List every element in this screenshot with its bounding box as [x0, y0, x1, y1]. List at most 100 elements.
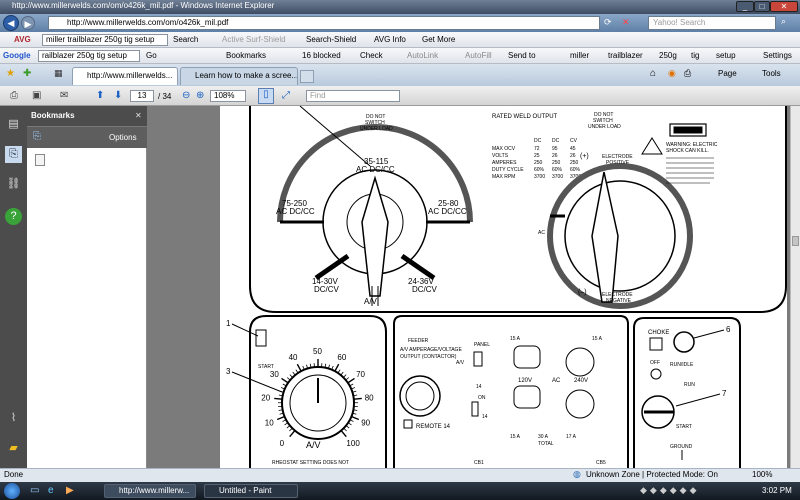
add-favorites-icon[interactable]: ✚ — [23, 68, 31, 79]
table-cell: 60% — [534, 167, 545, 173]
fit-width-icon[interactable]: ⤢ — [282, 90, 290, 101]
search-icon[interactable]: ⌕ — [781, 16, 786, 27]
active-surf-shield-button[interactable]: Active Surf-Shield — [222, 34, 286, 46]
choke-label: CHOKE — [648, 330, 669, 336]
bookmarks-tools: ⎘ Options — [27, 126, 147, 148]
avg-search-button[interactable]: Search — [173, 34, 198, 46]
home-icon[interactable]: ⌂ — [650, 68, 656, 79]
autolink-button[interactable]: AutoLink — [407, 50, 438, 62]
dial-av: A/V — [306, 440, 321, 450]
table-cell: VOLTS — [492, 153, 509, 159]
bookmark-item-icon[interactable] — [35, 154, 45, 166]
maximize-button[interactable]: □ — [754, 1, 770, 12]
term-setup[interactable]: setup — [716, 50, 736, 62]
term-250g[interactable]: 250g — [659, 50, 677, 62]
tab-screenshot-label: Learn how to make a scree... — [195, 71, 298, 80]
attachments-icon[interactable]: ⛓ — [5, 176, 22, 193]
favorites-star-icon[interactable]: ★ — [6, 68, 15, 79]
dial-number: 0 — [280, 439, 285, 448]
save-icon[interactable]: ▣ — [32, 90, 41, 101]
tab-pdf[interactable]: http://www.millerwelds... — [72, 67, 178, 85]
avg-search-input[interactable]: miller trailblazer 250g tig setup — [42, 34, 168, 46]
feeds-icon[interactable]: ◉ — [668, 68, 676, 79]
table-cell: 250 — [552, 160, 561, 166]
fit-page-icon[interactable]: ▯ — [258, 88, 274, 104]
scroll-thumb[interactable] — [792, 236, 799, 246]
amps-15-lower: 15 A — [510, 434, 521, 440]
dial-number: 100 — [346, 439, 360, 448]
table-cell: MAX RPM — [492, 174, 515, 180]
popup-blocked[interactable]: 16 blocked — [302, 50, 341, 62]
settings-button[interactable]: Settings — [763, 50, 792, 62]
table-cell: 26 — [552, 153, 558, 159]
google-toolbar: Google railblazer 250g tig setup Go Book… — [0, 48, 800, 64]
col-dc-1: DC — [534, 138, 542, 144]
google-go-button[interactable]: Go — [146, 50, 157, 62]
taskbar-item-paint[interactable]: Untitled - Paint — [204, 484, 298, 498]
start-orb-icon[interactable] — [4, 483, 20, 499]
tools-menu[interactable]: Tools — [762, 69, 781, 78]
find-input[interactable]: Find — [306, 90, 400, 102]
send-to-button[interactable]: Send to — [508, 50, 536, 62]
get-more-button[interactable]: Get More — [422, 34, 455, 46]
term-trailblazer[interactable]: trailblazer — [608, 50, 643, 62]
pdf-page: DO NOT SWITCH UNDER LOAD 35-115 AC DC/CC… — [220, 106, 787, 468]
avg-info-button[interactable]: AVG Info — [374, 34, 406, 46]
close-panel-icon[interactable]: ✕ — [135, 106, 142, 126]
search-field[interactable]: Yahoo! Search — [648, 16, 776, 30]
panel-av: A/V — [456, 360, 465, 366]
refresh-icon[interactable]: ⟳ — [604, 17, 612, 28]
zoom-out-icon[interactable]: ⊖ — [182, 90, 190, 101]
google-search-input[interactable]: railblazer 250g tig setup — [38, 50, 140, 62]
previous-page-icon[interactable]: ⬆ — [96, 90, 104, 101]
zone-text[interactable]: Unknown Zone | Protected Mode: On — [586, 470, 718, 479]
vertical-scrollbar[interactable] — [790, 106, 800, 468]
clock[interactable]: 3:02 PM — [762, 486, 792, 495]
paperclip-icon[interactable]: ⌇ — [5, 410, 22, 427]
stop-icon[interactable]: ✕ — [622, 17, 630, 28]
bookmarks-options[interactable]: Options — [109, 133, 137, 142]
zoom-in-icon[interactable]: ⊕ — [196, 90, 204, 101]
pages-icon[interactable]: ▤ — [5, 116, 22, 133]
autofill-button[interactable]: AutoFill — [465, 50, 492, 62]
page-number-input[interactable]: 13 — [130, 90, 154, 102]
term-tig[interactable]: tig — [691, 50, 699, 62]
tab-screenshot[interactable]: Learn how to make a scree... — [180, 67, 298, 85]
polarity-selector — [547, 163, 693, 309]
bookmarks-button[interactable]: Bookmarks — [226, 50, 266, 62]
zoom-level[interactable]: 100% — [752, 470, 772, 479]
next-page-icon[interactable]: ⬇ — [114, 90, 122, 101]
avg-search-value: miller trailblazer 250g tig setup — [46, 35, 155, 44]
av-label-top: A/V — [364, 297, 378, 306]
comments-icon[interactable]: ▰ — [5, 440, 22, 457]
term-miller[interactable]: miller — [570, 50, 589, 62]
print-icon[interactable]: ⎙ — [10, 90, 18, 101]
range-75-250-sub: AC DC/CC — [276, 207, 315, 216]
zoom-select[interactable]: 108% — [210, 90, 246, 102]
share-icon[interactable]: ✉ — [60, 90, 68, 101]
new-tab-button[interactable] — [300, 70, 314, 83]
minimize-button[interactable]: _ — [736, 1, 754, 12]
search-shield-button[interactable]: Search-Shield — [306, 34, 356, 46]
tray-icons[interactable]: ◆◆◆◆◆◆ — [640, 485, 700, 496]
back-icon[interactable]: ◀ — [3, 15, 19, 31]
page-menu[interactable]: Page — [718, 69, 737, 78]
bookmarks-icon[interactable]: ⎘ — [5, 146, 22, 163]
new-bookmark-icon[interactable]: ⎘ — [33, 131, 41, 142]
off-switch — [650, 368, 662, 380]
quicklaunch-media-icon[interactable]: ▶ — [66, 485, 74, 496]
url-field[interactable]: http://www.millerwelds.com/om/o426k_mil.… — [48, 16, 600, 30]
taskbar: ▭ e ▶ http://www.millerw... Untitled - P… — [0, 482, 800, 500]
quicklaunch-ie-icon[interactable]: e — [48, 485, 54, 496]
control-panel-diagram: DO NOT SWITCH UNDER LOAD 35-115 AC DC/CC… — [226, 106, 787, 468]
dial-tick — [284, 422, 289, 426]
close-button[interactable]: ✕ — [770, 1, 798, 12]
tab-list-icon[interactable]: ▦ — [54, 68, 63, 79]
forward-icon[interactable]: ▶ — [21, 16, 35, 30]
check-button[interactable]: Check — [360, 50, 383, 62]
taskbar-item-ie[interactable]: http://www.millerw... — [104, 484, 196, 498]
print-icon[interactable]: ⎙ — [684, 68, 691, 79]
bookmarks-title: Bookmarks — [31, 111, 75, 120]
help-icon[interactable]: ? — [5, 208, 22, 225]
quicklaunch-desktop-icon[interactable]: ▭ — [30, 485, 39, 496]
